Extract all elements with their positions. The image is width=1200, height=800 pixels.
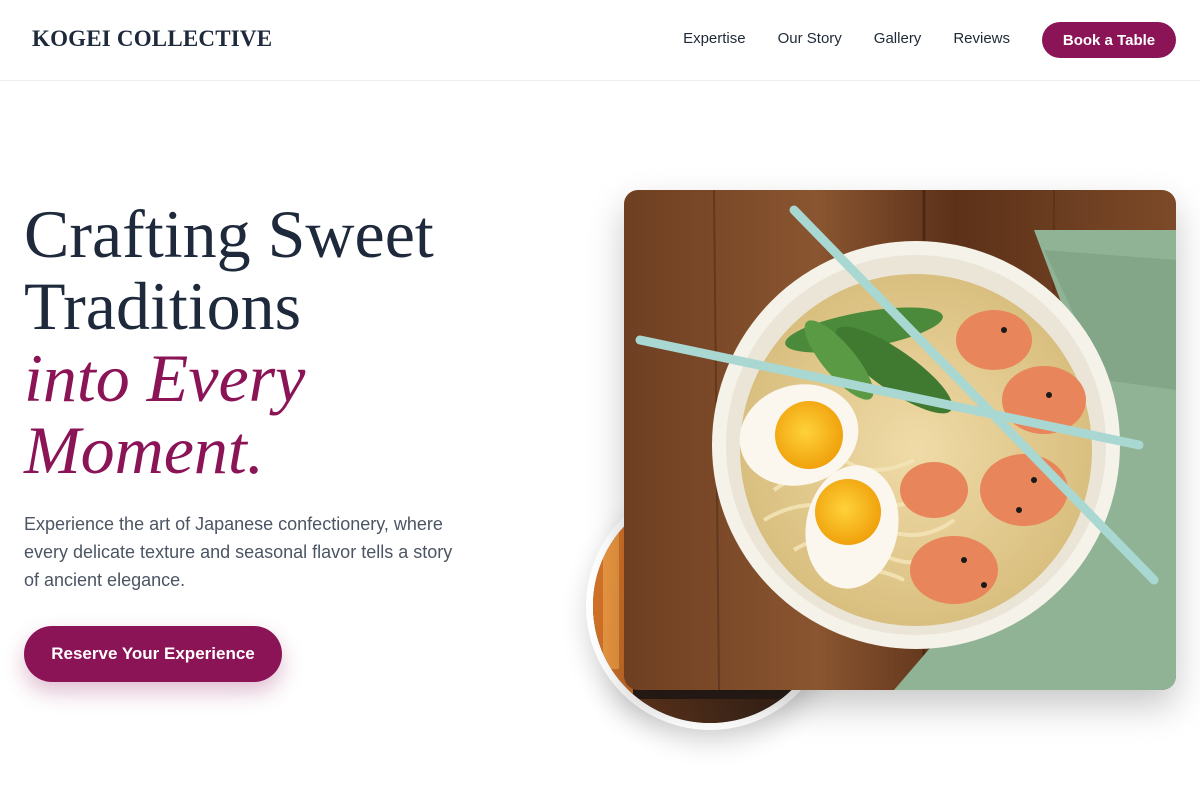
hero-headline: Crafting Sweet Traditions into Every Mom…	[24, 198, 434, 486]
ramen-bowl-image	[624, 190, 1176, 690]
site-header: KOGEI COLLECTIVE Expertise Our Story Gal…	[0, 0, 1200, 81]
hero-description: Experience the art of Japanese confectio…	[24, 514, 453, 590]
headline-line-2: Traditions	[24, 268, 302, 344]
nav-link-reviews[interactable]: Reviews	[953, 30, 1010, 47]
headline-line-1: Crafting Sweet	[24, 196, 434, 272]
nav-link-gallery[interactable]: Gallery	[874, 30, 922, 47]
headline-accent-line-2: Moment.	[24, 412, 264, 488]
ramen-bowl-photo	[624, 190, 1176, 690]
nav-link-expertise[interactable]: Expertise	[683, 30, 746, 47]
reserve-experience-button[interactable]: Reserve Your Experience	[24, 626, 282, 682]
nav-link-our-story[interactable]: Our Story	[778, 30, 842, 47]
headline-accent-line-1: into Every	[24, 340, 306, 416]
book-table-button[interactable]: Book a Table	[1042, 22, 1176, 58]
main-nav: Expertise Our Story Gallery Reviews	[683, 30, 1010, 47]
brand-logo[interactable]: KOGEI COLLECTIVE	[32, 26, 272, 52]
